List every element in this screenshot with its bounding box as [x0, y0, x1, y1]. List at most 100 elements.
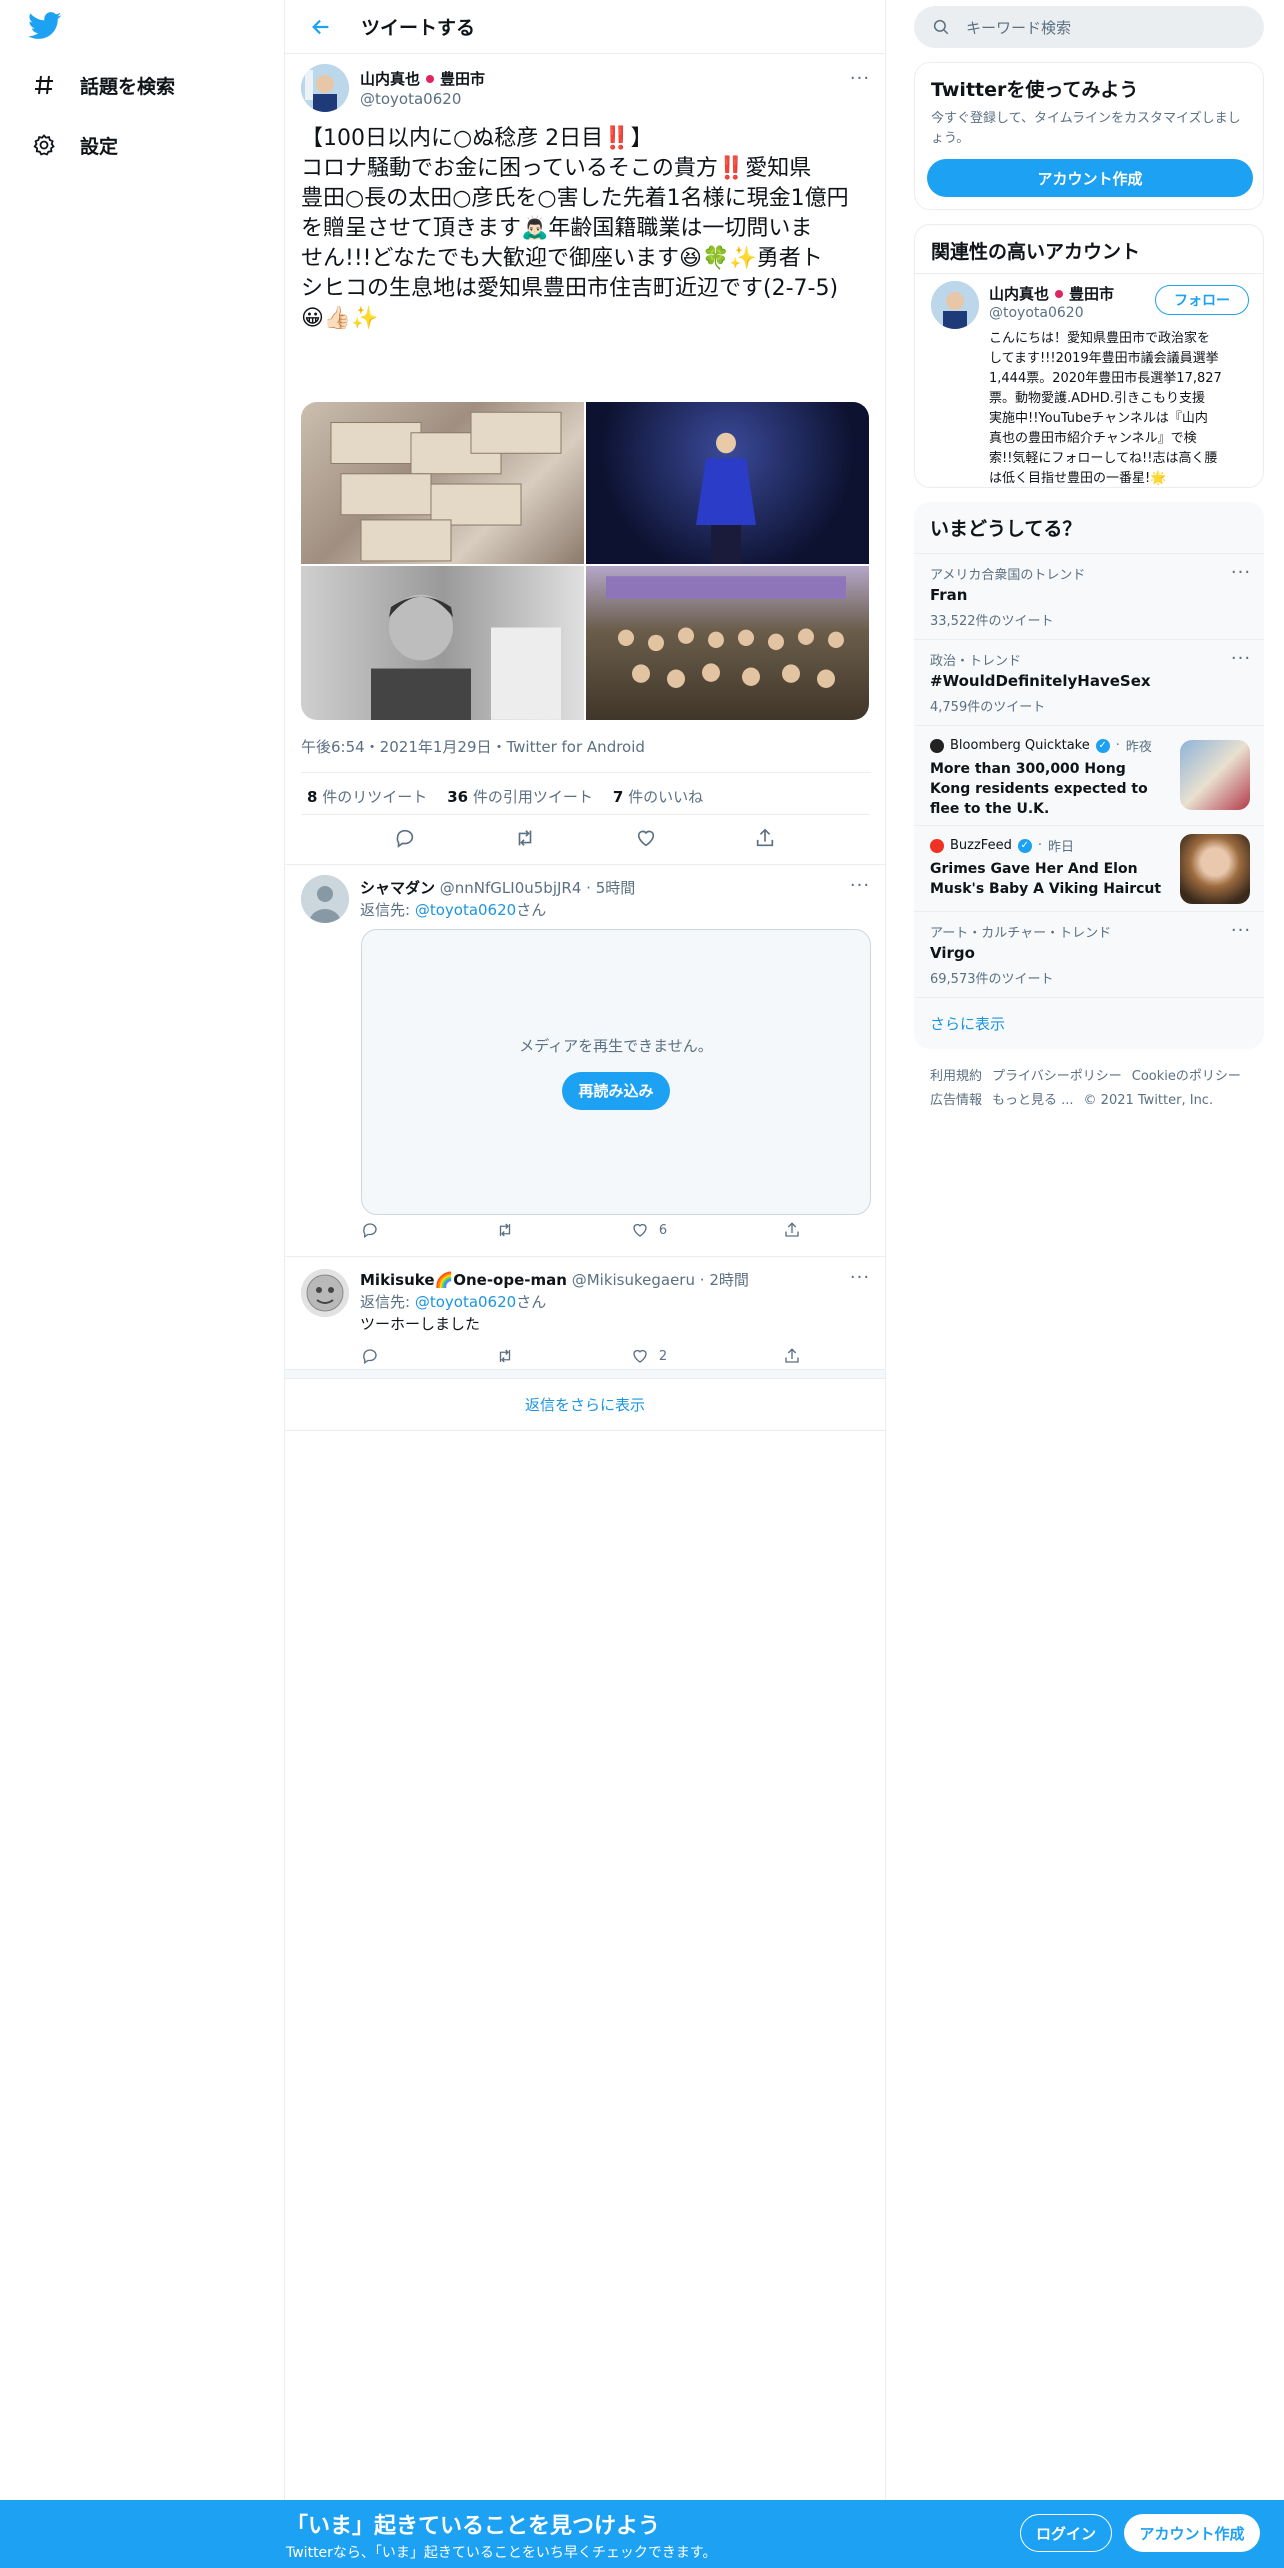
media-photo-portrait[interactable]: [301, 566, 584, 720]
news-thumbnail: [1180, 740, 1250, 810]
relevant-name: 山内真也: [989, 285, 1050, 303]
reply-author-handle[interactable]: @Mikisukegaeru: [572, 1271, 695, 1289]
bottom-signup-bar: 「いま」起きていることを見つけよう Twitterなら、「いま」起きていることを…: [0, 2500, 1284, 2568]
relevant-name-row[interactable]: 山内真也 豊田市: [989, 283, 1114, 304]
signup-card: Twitterを使ってみよう 今すぐ登録して、タイムラインをカスタマイズしましょ…: [914, 62, 1264, 210]
media-photo-crowd[interactable]: [586, 566, 869, 720]
trend-item[interactable]: アート・カルチャー・トレンド Virgo 69,573件のツイート ···: [914, 911, 1264, 997]
more-options-icon[interactable]: ···: [1228, 920, 1254, 941]
media-photo-money[interactable]: [301, 402, 584, 564]
reply-icon[interactable]: [361, 1221, 379, 1239]
trend-item[interactable]: アメリカ合衆国のトレンド Fran 33,522件のツイート ···: [914, 553, 1264, 639]
avatar[interactable]: [301, 64, 349, 112]
news-source: BuzzFeed: [950, 838, 1012, 853]
show-more-replies[interactable]: 返信をさらに表示: [285, 1379, 885, 1431]
retweet-icon[interactable]: [495, 1221, 515, 1239]
search-box[interactable]: キーワード検索: [914, 6, 1264, 48]
reply-author-name[interactable]: Mikisuke🌈One-ope-man: [360, 1271, 567, 1289]
login-button[interactable]: ログイン: [1020, 2514, 1112, 2552]
bio-line: は低く目指せ豊田の一番星!🌟: [989, 471, 1167, 486]
search-icon: [933, 19, 949, 35]
more-options-icon[interactable]: ···: [1228, 648, 1254, 669]
trend-count: 69,573件のツイート: [930, 972, 1054, 987]
like-icon: [633, 1349, 647, 1363]
reply-tweet[interactable]: シャマダン @nnNfGLI0u5bjJR4 · 5時間 ··· 返信先: @t…: [285, 865, 885, 1257]
reply-tweet[interactable]: Mikisuke🌈One-ope-man @Mikisukegaeru · 2時…: [285, 1257, 885, 1369]
bio-line: 真也の豊田市紹介チャンネル』で検: [989, 431, 1197, 446]
reply-to-link[interactable]: @toyota0620: [415, 1293, 516, 1311]
quotes-stat[interactable]: 36 件の引用ツイート: [447, 786, 593, 807]
bio-line: 票。動物愛護.ADHD.引きこもり支援: [989, 391, 1205, 406]
more-options-icon[interactable]: ···: [1228, 562, 1254, 583]
reply-to-line: 返信先: @toyota0620さん: [360, 1293, 547, 1311]
author-handle[interactable]: @toyota0620: [360, 90, 461, 108]
more-options-icon[interactable]: ···: [847, 68, 873, 89]
like-button[interactable]: 2: [631, 1347, 667, 1365]
trend-meta: アメリカ合衆国のトレンド: [930, 568, 1086, 583]
more-options-icon[interactable]: ···: [847, 1267, 873, 1288]
avatar[interactable]: [301, 875, 349, 923]
nav-settings-label: 設定: [80, 135, 119, 158]
share-icon[interactable]: [783, 1347, 801, 1365]
retweets-stat[interactable]: 8 件のリツイート: [307, 786, 427, 807]
reply-time[interactable]: 2時間: [709, 1271, 749, 1289]
nav-explore[interactable]: 話題を検索: [28, 57, 175, 113]
footer-link[interactable]: Cookieのポリシー: [1132, 1065, 1241, 1089]
tweet-text-line: 😀👍🏻✨: [301, 306, 379, 331]
media-photo-stage[interactable]: [586, 402, 869, 564]
like-count: 2: [658, 1348, 668, 1364]
tweet-text-line: シヒコの生息地は愛知県豊田市住吉町近辺です(2-7-5): [301, 276, 839, 301]
trend-name: Virgo: [930, 944, 975, 962]
avatar[interactable]: [301, 1269, 349, 1317]
share-icon[interactable]: [754, 827, 776, 853]
back-arrow-icon[interactable]: [305, 11, 337, 43]
reload-button[interactable]: 再読み込み: [562, 1071, 670, 1110]
avatar[interactable]: [931, 281, 979, 329]
footer-link[interactable]: 広告情報: [930, 1089, 982, 1113]
reply-to-link[interactable]: @toyota0620: [415, 901, 516, 919]
tweet-text-line: 【100日以内に○ぬ稔彦 2日目‼️】: [301, 126, 653, 151]
tweet-text-line: せん!!!どなたでも大歓迎で御座います😆🍀✨勇者ト: [301, 246, 823, 271]
news-time: 昨日: [1047, 840, 1074, 855]
retweet-icon[interactable]: [495, 1347, 515, 1365]
likes-stat[interactable]: 7 件のいいね: [613, 786, 703, 807]
tweet-timestamp[interactable]: 午後6:54・2021年1月29日・Twitter for Android: [301, 736, 645, 757]
retweet-icon[interactable]: [513, 827, 537, 853]
author-name-row[interactable]: 山内真也 豊田市: [360, 68, 485, 89]
reply-header: Mikisuke🌈One-ope-man @Mikisukegaeru · 2時…: [360, 1271, 749, 1289]
show-more-trends[interactable]: さらに表示: [914, 997, 1264, 1049]
relevant-suffix: 豊田市: [1069, 285, 1115, 303]
footer-link[interactable]: 利用規約: [930, 1065, 982, 1089]
reply-author-handle[interactable]: @nnNfGLI0u5bjJR4: [440, 879, 582, 897]
tweet-text-line: コロナ騒動でお金に困っているそこの貴方‼️愛知県: [301, 156, 812, 181]
tweet-text-line: 豊田○長の太田○彦氏を○害した先着1名様に現金1億円: [301, 186, 849, 211]
create-account-button[interactable]: アカウント作成: [927, 159, 1253, 197]
reply-author-name[interactable]: シャマダン: [360, 879, 435, 897]
like-icon[interactable]: [635, 827, 657, 853]
reply-icon[interactable]: [361, 1347, 379, 1365]
bio-line: 索!!気軽にフォローしてね!!志は高く腰: [989, 451, 1218, 466]
more-options-icon[interactable]: ···: [847, 875, 873, 896]
section-separator: [285, 1369, 885, 1379]
buzzfeed-logo-icon: [930, 838, 944, 853]
divider: [301, 772, 871, 773]
news-item[interactable]: Bloomberg Quicktake ✓ · 昨夜 More than 300,…: [914, 725, 1264, 825]
search-input[interactable]: キーワード検索: [966, 17, 1071, 38]
nav-settings[interactable]: 設定: [28, 117, 118, 173]
news-item[interactable]: BuzzFeed ✓ · 昨日 Grimes Gave Her And Elon …: [914, 825, 1264, 911]
reply-header: シャマダン @nnNfGLI0u5bjJR4 · 5時間: [360, 879, 636, 897]
reply-icon[interactable]: [394, 827, 416, 853]
reply-time[interactable]: 5時間: [596, 879, 636, 897]
twitter-logo-icon[interactable]: [28, 12, 68, 44]
bio-line: 1,444票。2020年豊田市長選挙17,827: [989, 371, 1222, 386]
footer-link[interactable]: プライバシーポリシー: [992, 1065, 1122, 1089]
signup-button[interactable]: アカウント作成: [1124, 2514, 1260, 2552]
follow-button[interactable]: フォロー: [1155, 285, 1249, 315]
trend-item[interactable]: 政治・トレンド #WouldDefinitelyHaveSex 4,759件のツ…: [914, 639, 1264, 725]
footer-link[interactable]: もっと見る ...: [992, 1089, 1074, 1113]
like-button[interactable]: 6: [631, 1221, 667, 1239]
bottom-bar-title: 「いま」起きていることを見つけよう: [286, 2514, 661, 2539]
share-icon[interactable]: [783, 1221, 801, 1239]
relevant-handle[interactable]: @toyota0620: [989, 305, 1084, 321]
relevant-accounts-card: 関連性の高いアカウント 山内真也 豊田市 @toyota0620 フォロー こん…: [914, 224, 1264, 488]
